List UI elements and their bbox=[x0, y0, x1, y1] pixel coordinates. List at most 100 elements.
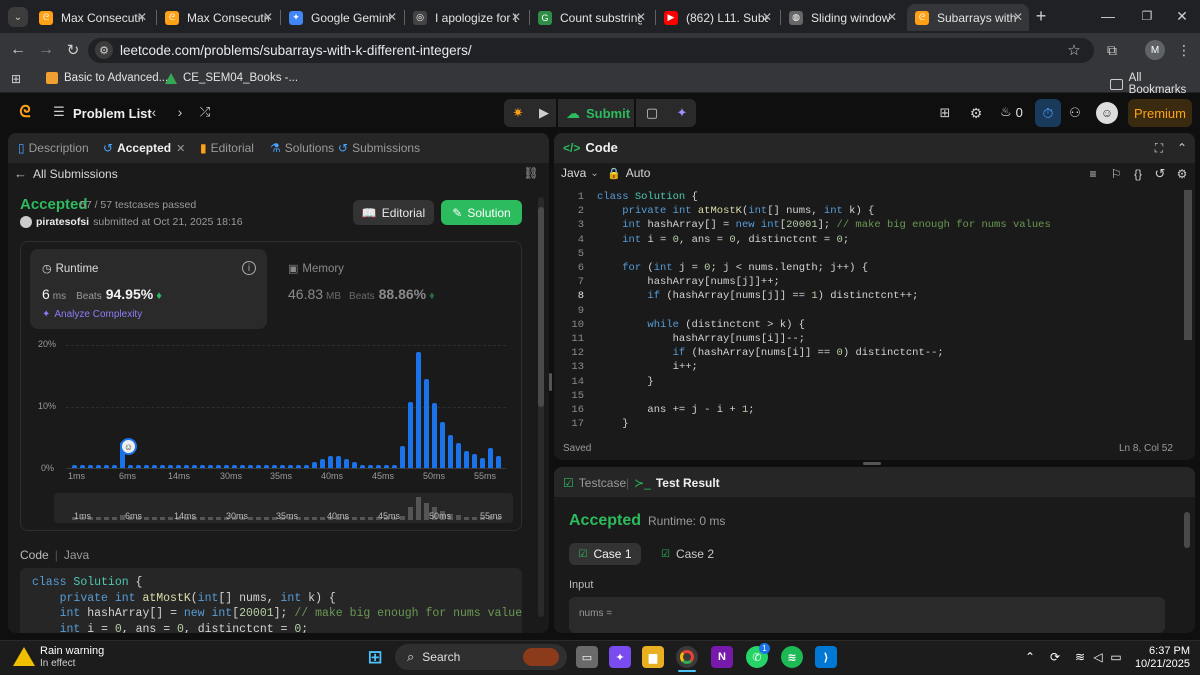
show-hidden-icons-chevron[interactable]: ⌃ bbox=[1022, 649, 1038, 665]
submit-button[interactable]: ☁ Submit bbox=[558, 99, 634, 127]
prev-problem-icon[interactable]: ‹ bbox=[146, 104, 162, 120]
close-tab-icon[interactable]: ✕ bbox=[263, 10, 273, 24]
browser-tab[interactable]: ✦ Google Gemini ✕ bbox=[281, 4, 403, 31]
code-line[interactable]: 5 bbox=[554, 248, 1174, 262]
shuffle-icon[interactable]: ⤮ bbox=[197, 104, 213, 120]
tab-solutions[interactable]: ⚗ Solutions bbox=[270, 141, 334, 155]
braces-icon[interactable]: {} bbox=[1130, 166, 1146, 182]
browser-tab[interactable]: ◎ I apologize for th ✕ bbox=[405, 4, 527, 31]
editor-scrollbar[interactable] bbox=[1184, 190, 1192, 340]
sparkle-ai-icon[interactable]: ✦ bbox=[673, 104, 691, 122]
editorial-button[interactable]: 📖 Editorial bbox=[353, 200, 434, 225]
close-tab-icon[interactable]: ✕ bbox=[176, 142, 185, 155]
settings-gear-icon[interactable]: ⚙ bbox=[967, 104, 985, 122]
memory-card[interactable]: ▣ Memory 46.83 MB Beats 88.86% ♦ bbox=[288, 249, 518, 329]
next-problem-icon[interactable]: › bbox=[172, 104, 188, 120]
forward-arrow-icon[interactable]: → bbox=[36, 40, 56, 60]
tab-test-result[interactable]: | ≻_ Test Result bbox=[626, 476, 720, 490]
notes-icon[interactable]: ▢ bbox=[643, 104, 661, 122]
code-line[interactable]: 17 } bbox=[554, 418, 1174, 432]
close-tab-icon[interactable]: ✕ bbox=[387, 10, 397, 24]
analyze-complexity-link[interactable]: ✦ Analyze Complexity bbox=[42, 309, 142, 320]
problem-list-link[interactable]: Problem List bbox=[73, 106, 152, 121]
task-view-icon[interactable]: ▭ bbox=[576, 646, 598, 668]
reset-icon[interactable]: ↺ bbox=[1152, 166, 1168, 182]
browser-tab[interactable]: ◍ Sliding window ✕ bbox=[781, 4, 903, 31]
bookmark-item-1[interactable]: CE_SEM04_Books -... bbox=[165, 72, 298, 84]
battery-icon[interactable]: ▭ bbox=[1108, 649, 1124, 665]
range-slider[interactable]: 1ms 6ms 14ms 30ms 35ms 40ms 45ms 50ms 55ms bbox=[54, 493, 513, 523]
file-explorer-icon[interactable]: ▆ bbox=[642, 646, 664, 668]
site-info-icon[interactable]: ⚙ bbox=[95, 41, 113, 59]
vscode-icon[interactable]: ⟩ bbox=[815, 646, 837, 668]
user-avatar[interactable]: ☺ bbox=[1096, 102, 1118, 124]
solution-button[interactable]: ✎ Solution bbox=[441, 200, 522, 225]
code-line[interactable]: 13 i++; bbox=[554, 361, 1174, 375]
tab-submissions[interactable]: ↺ Submissions bbox=[338, 141, 420, 155]
code-line[interactable]: 6 for (int j = 0; j < nums.length; j++) … bbox=[554, 262, 1174, 276]
bookmark-icon[interactable]: ⚐ bbox=[1108, 166, 1124, 182]
close-tab-icon[interactable]: ✕ bbox=[1013, 10, 1023, 24]
scrollbar[interactable] bbox=[538, 197, 544, 617]
restore-icon[interactable]: ❐ bbox=[1137, 6, 1157, 26]
weather-warning-icon[interactable] bbox=[12, 645, 36, 667]
close-window-icon[interactable]: ✕ bbox=[1172, 6, 1192, 26]
browser-tab[interactable]: G Count substring ✕ bbox=[530, 4, 652, 31]
spotify-icon[interactable]: ≋ bbox=[781, 646, 803, 668]
onenote-icon[interactable]: N bbox=[711, 646, 733, 668]
case-1-tab[interactable]: ☑ Case 1 bbox=[569, 543, 641, 565]
taskbar-search[interactable]: ⌕ Search bbox=[395, 644, 567, 670]
new-tab-plus-icon[interactable]: + bbox=[1031, 6, 1051, 26]
code-editor[interactable]: 1 class Solution {2 private int atMostK(i… bbox=[554, 190, 1195, 430]
minimize-panel-icon[interactable]: ⌃ bbox=[1174, 140, 1190, 156]
weather-title[interactable]: Rain warning bbox=[40, 645, 104, 657]
browser-tab[interactable]: ᘓ Max Consecutive✕ bbox=[157, 4, 279, 31]
clock-date[interactable]: 10/21/2025 bbox=[1126, 658, 1190, 670]
browser-tab[interactable]: ᘓ Max Consecutive✕ bbox=[31, 4, 153, 31]
omnibox[interactable]: ⚙ leetcode.com/problems/subarrays-with-k… bbox=[88, 38, 1094, 63]
info-icon[interactable]: i bbox=[242, 261, 256, 275]
close-tab-icon[interactable]: ✕ bbox=[511, 10, 521, 24]
runtime-card[interactable]: ◷ Runtime i 6 ms Beats 94.95% ♦ ✦ Analyz… bbox=[30, 249, 267, 329]
browser-tab[interactable]: ▶ (862) L11. Suba ✕ bbox=[656, 4, 778, 31]
chrome-icon[interactable] bbox=[676, 646, 698, 668]
extensions-icon[interactable]: ⧉ bbox=[1102, 40, 1122, 60]
case-2-tab[interactable]: ☑ Case 2 bbox=[661, 547, 714, 561]
close-tab-icon[interactable]: ✕ bbox=[636, 10, 646, 24]
close-tab-icon[interactable]: ✕ bbox=[137, 10, 147, 24]
sync-icon[interactable]: ⟳ bbox=[1047, 649, 1063, 665]
premium-button[interactable]: Premium bbox=[1128, 99, 1192, 127]
bookmark-star-icon[interactable]: ☆ bbox=[1064, 40, 1084, 60]
tab-editorial[interactable]: ▮ Editorial bbox=[200, 141, 254, 155]
code-line[interactable]: 16 ans += j - i + 1; bbox=[554, 404, 1174, 418]
settings-icon[interactable]: ⚙ bbox=[1174, 166, 1190, 182]
windows-start-icon[interactable]: ⊞ bbox=[364, 646, 386, 668]
code-line[interactable]: 15 bbox=[554, 390, 1174, 404]
fullscreen-icon[interactable]: ⛶ bbox=[1151, 140, 1167, 156]
code-line[interactable]: 7 hashArray[nums[j]]++; bbox=[554, 276, 1174, 290]
code-line[interactable]: 9 bbox=[554, 305, 1174, 319]
code-line[interactable]: 14 } bbox=[554, 376, 1174, 390]
tab-testcase[interactable]: ☑ Testcase bbox=[563, 476, 626, 490]
profile-avatar[interactable]: M bbox=[1145, 40, 1165, 60]
code-line[interactable]: 2 private int atMostK(int[] nums, int k)… bbox=[554, 205, 1174, 219]
code-line[interactable]: 11 hashArray[nums[i]]--; bbox=[554, 333, 1174, 347]
clock-time[interactable]: 6:37 PM bbox=[1126, 645, 1190, 657]
tab-description[interactable]: ▯ Description bbox=[18, 141, 89, 155]
code-line[interactable]: 8 if (hashArray[nums[j]] == 1) distinctc… bbox=[554, 290, 1174, 304]
browser-menu-icon[interactable]: ⋮ bbox=[1174, 40, 1194, 60]
volume-icon[interactable]: ◁ bbox=[1090, 649, 1106, 665]
leetcode-logo-icon[interactable]: ᘓ bbox=[15, 103, 35, 123]
panel-resize-handle[interactable] bbox=[549, 373, 552, 391]
browser-tab[interactable]: ᘓ Subarrays with K ✕ bbox=[907, 4, 1029, 31]
layout-grid-icon[interactable]: ⊞ bbox=[936, 104, 954, 122]
code-line[interactable]: 4 int i = 0, ans = 0, distinctcnt = 0; bbox=[554, 234, 1174, 248]
result-scrollbar[interactable] bbox=[1184, 512, 1190, 548]
panel-resize-handle-horizontal[interactable] bbox=[863, 462, 881, 465]
close-tab-icon[interactable]: ✕ bbox=[762, 10, 772, 24]
user-avatar-small[interactable] bbox=[20, 216, 32, 228]
run-play-icon[interactable]: ▶ bbox=[535, 104, 553, 122]
copilot-icon[interactable]: ✦ bbox=[609, 646, 631, 668]
format-icon[interactable]: ≡ bbox=[1085, 166, 1101, 182]
minimize-icon[interactable]: — bbox=[1098, 6, 1118, 26]
